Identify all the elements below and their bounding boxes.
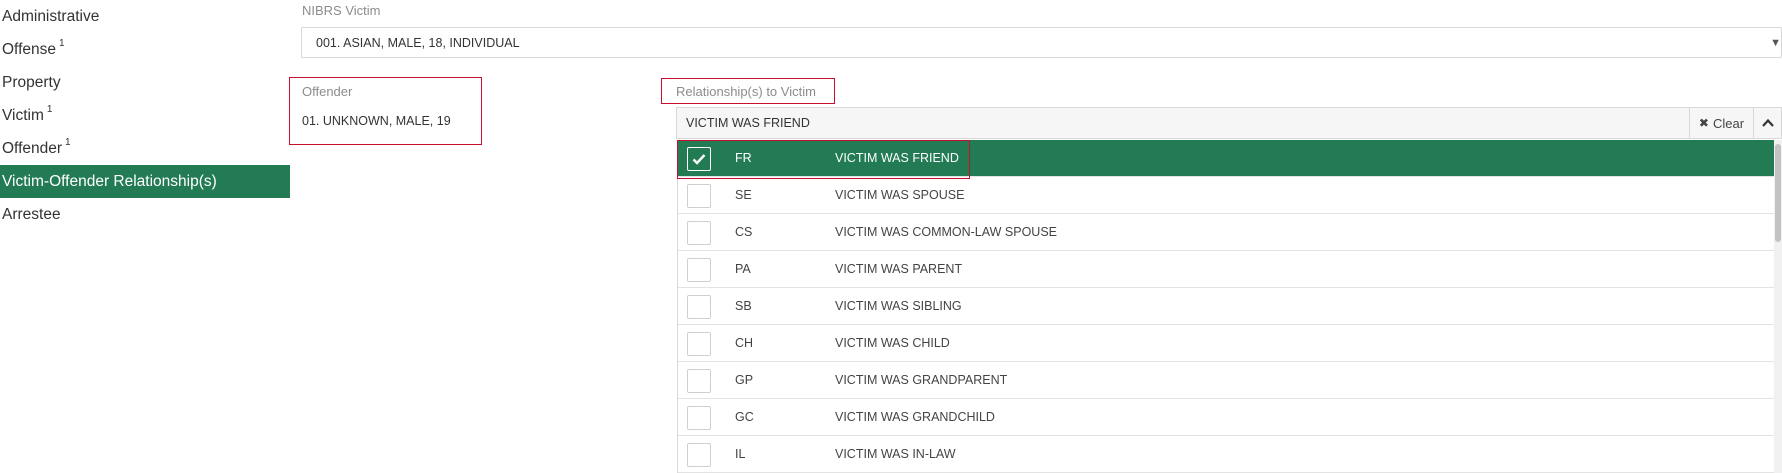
scrollbar-thumb[interactable]: [1775, 144, 1781, 242]
chevron-up-icon: [1761, 118, 1774, 127]
option-description: VICTIM WAS SIBLING: [835, 299, 962, 313]
relationship-selected-value: VICTIM WAS FRIEND: [686, 116, 810, 130]
offender-field-label: Offender: [302, 84, 353, 99]
option-code: SE: [735, 188, 752, 202]
relationship-option[interactable]: PA VICTIM WAS PARENT: [678, 251, 1782, 288]
option-checkbox[interactable]: [687, 332, 711, 356]
relationship-option[interactable]: CH VICTIM WAS CHILD: [678, 325, 1782, 362]
sidebar-item-label: Victim-Offender Relationship(s): [2, 173, 217, 190]
option-code: CH: [735, 336, 754, 350]
victim-select-value: 001. ASIAN, MALE, 18, INDIVIDUAL: [316, 35, 520, 50]
option-description: VICTIM WAS IN-LAW: [835, 447, 956, 461]
check-icon: [692, 154, 706, 165]
option-code: CS: [735, 225, 753, 239]
sidebar-item-label: Property: [2, 74, 61, 91]
option-checkbox[interactable]: [687, 406, 711, 430]
relationship-label-box: Relationship(s) to Victim: [661, 78, 835, 104]
option-checkbox[interactable]: [687, 369, 711, 393]
clear-button-label: Clear: [1712, 115, 1745, 131]
count-badge: 1: [65, 137, 71, 148]
relationship-multiselect-input[interactable]: VICTIM WAS FRIEND ✖ Clear: [676, 107, 1782, 139]
relationship-option[interactable]: GP VICTIM WAS GRANDPARENT: [678, 362, 1782, 399]
option-description: VICTIM WAS COMMON-LAW SPOUSE: [835, 225, 1057, 239]
offender-value: 01. UNKNOWN, MALE, 19: [302, 114, 451, 128]
option-description: VICTIM WAS FRIEND: [835, 151, 959, 165]
option-description: VICTIM WAS SPOUSE: [835, 188, 965, 202]
victim-field-label: NIBRS Victim: [302, 3, 381, 18]
offender-section: Offender 01. UNKNOWN, MALE, 19: [289, 77, 482, 145]
relationship-option[interactable]: FR VICTIM WAS FRIEND: [678, 140, 1782, 177]
relationship-option[interactable]: SE VICTIM WAS SPOUSE: [678, 177, 1782, 214]
option-checkbox[interactable]: [687, 295, 711, 319]
collapse-button[interactable]: [1753, 108, 1781, 138]
relationship-option[interactable]: GC VICTIM WAS GRANDCHILD: [678, 399, 1782, 436]
sidebar-item-label: Administrative: [2, 8, 100, 25]
option-description: VICTIM WAS PARENT: [835, 262, 963, 276]
option-code: GC: [735, 410, 754, 424]
count-badge: 1: [46, 104, 53, 115]
option-checkbox[interactable]: [687, 258, 711, 282]
relationship-field-label: Relationship(s) to Victim: [676, 83, 816, 99]
option-description: VICTIM WAS CHILD: [835, 336, 950, 350]
option-code: PA: [735, 262, 751, 276]
sidebar-item-label: Arrestee: [2, 206, 61, 223]
option-description: VICTIM WAS GRANDCHILD: [835, 410, 995, 424]
relationship-options-list: FR VICTIM WAS FRIEND SE VICTIM WAS SPOUS…: [677, 140, 1782, 473]
relationship-option[interactable]: IL VICTIM WAS IN-LAW: [678, 436, 1782, 473]
relationship-option[interactable]: CS VICTIM WAS COMMON-LAW SPOUSE: [678, 214, 1782, 251]
sidebar-item-property[interactable]: Property: [0, 66, 290, 99]
option-checkbox[interactable]: [687, 147, 711, 171]
caret-down-icon[interactable]: ▼: [1770, 37, 1781, 49]
option-code: GP: [735, 373, 754, 387]
option-code: FR: [735, 151, 752, 165]
sidebar-nav: Administrative Offense 1 Property Victim…: [0, 0, 290, 231]
sidebar-item-victim[interactable]: Victim 1: [0, 99, 290, 132]
option-code: SB: [735, 299, 752, 313]
option-checkbox[interactable]: [687, 184, 711, 208]
sidebar-item-arrestee[interactable]: Arrestee: [0, 198, 290, 231]
option-checkbox[interactable]: [687, 443, 711, 467]
sidebar-item-offender[interactable]: Offender 1: [0, 132, 290, 165]
sidebar-item-offense[interactable]: Offense 1: [0, 33, 290, 66]
sidebar-item-label: Offender: [2, 140, 63, 157]
clear-button[interactable]: ✖ Clear: [1689, 108, 1753, 138]
sidebar-item-administrative[interactable]: Administrative: [0, 0, 290, 33]
count-badge: 1: [59, 38, 65, 49]
option-code: IL: [735, 447, 746, 461]
option-description: VICTIM WAS GRANDPARENT: [835, 373, 1008, 387]
sidebar-item-victim-offender-relationships[interactable]: Victim-Offender Relationship(s): [0, 165, 290, 198]
relationship-option[interactable]: SB VICTIM WAS SIBLING: [678, 288, 1782, 325]
dropdown-scrollbar[interactable]: [1774, 140, 1782, 473]
sidebar-item-label: Offense: [2, 41, 57, 58]
times-icon: ✖: [1698, 116, 1709, 130]
sidebar-item-label: Victim: [2, 107, 44, 124]
victim-select[interactable]: 001. ASIAN, MALE, 18, INDIVIDUAL ▼: [301, 27, 1782, 58]
option-checkbox[interactable]: [687, 221, 711, 245]
